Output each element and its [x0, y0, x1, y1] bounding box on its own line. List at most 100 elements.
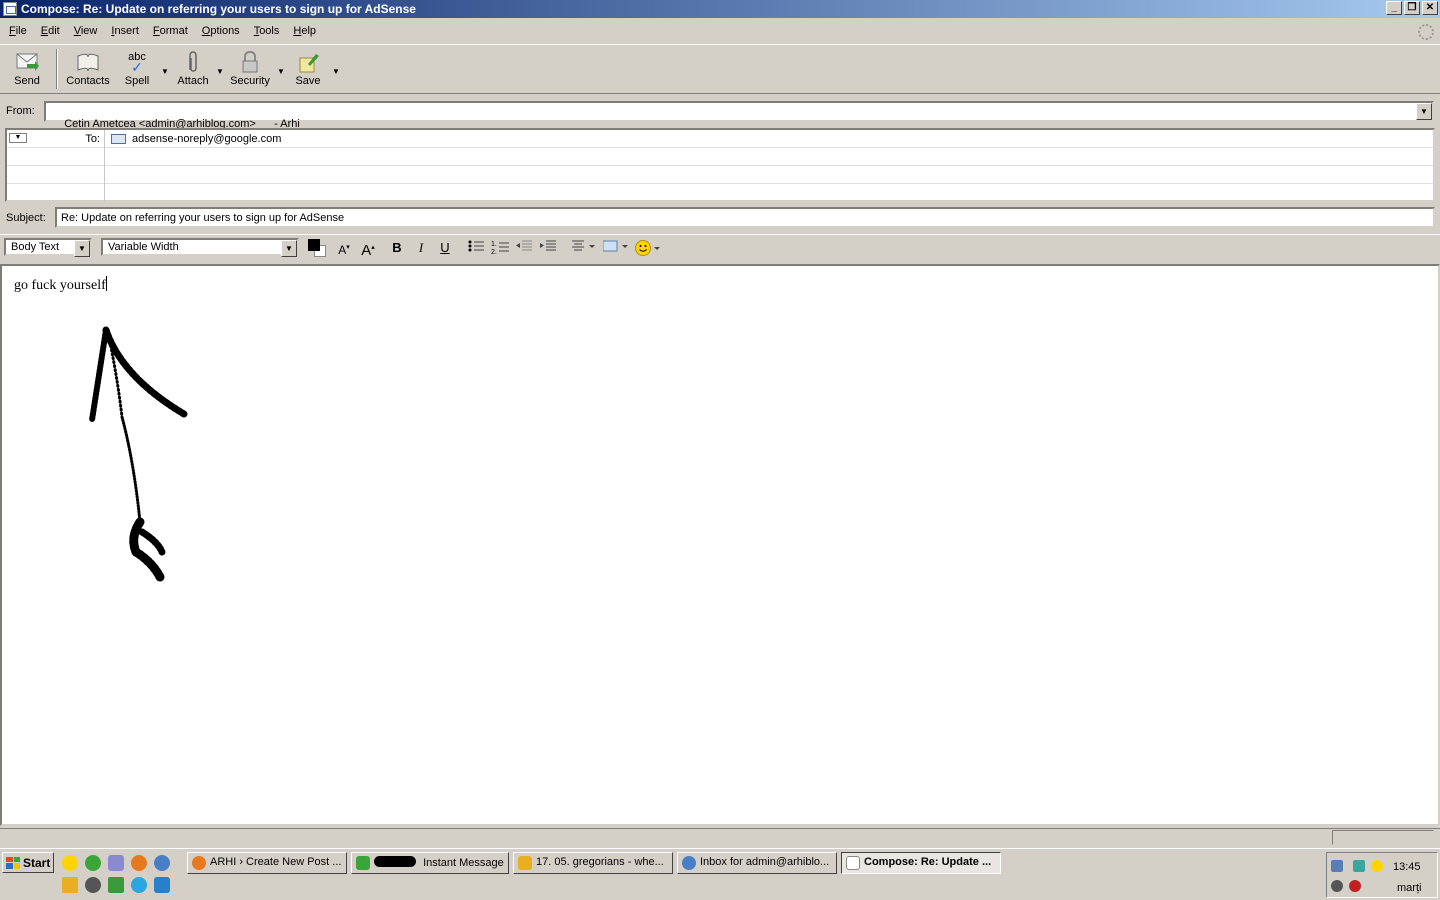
text-color-picker[interactable]: [308, 239, 328, 257]
chevron-down-icon[interactable]: ▼: [9, 133, 27, 143]
insert-image-icon[interactable]: [602, 239, 630, 257]
window-title: Compose: Re: Update on referring your us…: [21, 2, 416, 16]
windows-logo-icon: [6, 856, 20, 869]
menu-file[interactable]: File: [2, 23, 34, 39]
from-account-select[interactable]: Cetin Ametcea <admin@arhiblog.com> - Arh…: [44, 101, 1434, 130]
smiley-icon[interactable]: [634, 239, 662, 257]
rocket-icon[interactable]: [108, 855, 124, 871]
subject-label: Subject:: [6, 212, 46, 224]
bold-button[interactable]: B: [387, 239, 407, 257]
security-button[interactable]: Security: [228, 49, 272, 91]
task-label: Inbox for admin@arhiblo...: [700, 856, 830, 868]
send-button[interactable]: Send: [6, 49, 48, 91]
spell-check-icon: abc ✓: [128, 51, 146, 75]
spell-label: Spell: [124, 75, 150, 87]
thunderbird-icon[interactable]: [154, 855, 170, 871]
spell-dropdown-icon[interactable]: ▼: [161, 67, 169, 76]
compose-app-icon: [3, 2, 17, 16]
italic-button[interactable]: I: [411, 239, 431, 257]
status-bar: [0, 828, 1440, 846]
outdent-icon[interactable]: [514, 239, 534, 257]
antivirus-icon[interactable]: [1349, 880, 1361, 892]
paragraph-style-select[interactable]: Body Text ▼: [4, 238, 92, 257]
pencil-icon[interactable]: [62, 877, 78, 893]
from-label: From:: [6, 105, 35, 117]
message-body-text: go fuck yourself: [14, 278, 106, 293]
menu-options[interactable]: Options: [195, 23, 247, 39]
subject-input[interactable]: Re: Update on referring your users to si…: [55, 207, 1435, 228]
recipient-type-select[interactable]: ▼ To:: [7, 130, 105, 148]
decrease-font-size-icon[interactable]: A▾: [334, 239, 354, 257]
compose-toolbar: Send Contacts abc ✓ Spell ▼ Attach ▼ Sec…: [0, 44, 1440, 94]
paperclip-icon: [174, 49, 212, 75]
attach-button[interactable]: Attach: [174, 49, 212, 91]
task-instant-message[interactable]: Instant Message: [351, 852, 509, 874]
skype-icon[interactable]: [131, 877, 147, 893]
yahoo-messenger-icon[interactable]: [1371, 860, 1383, 872]
network-icon[interactable]: [108, 877, 124, 893]
firefox-icon[interactable]: [131, 855, 147, 871]
security-label: Security: [230, 75, 270, 87]
task-label: Instant Message: [423, 857, 504, 869]
status-panel: [1332, 830, 1434, 845]
start-button[interactable]: Start: [2, 852, 54, 873]
menu-help[interactable]: Help: [286, 23, 323, 39]
clock-day: marți: [1397, 882, 1422, 894]
bullet-list-icon[interactable]: [466, 239, 486, 257]
system-tray: 13:45 marți: [1326, 852, 1438, 898]
browser-icon[interactable]: [154, 877, 170, 893]
yahoo-messenger-icon[interactable]: [62, 855, 78, 871]
address-book-icon: [64, 49, 112, 75]
menu-insert[interactable]: Insert: [104, 23, 146, 39]
close-button[interactable]: ✕: [1422, 1, 1438, 15]
chevron-down-icon[interactable]: ▼: [74, 240, 90, 257]
recipient-row[interactable]: ▼ To: adsense-noreply@google.com: [7, 130, 1433, 148]
chevron-down-icon[interactable]: ▼: [281, 240, 297, 257]
volume-icon[interactable]: [1331, 880, 1343, 892]
lock-icon: [228, 49, 272, 75]
clock-time[interactable]: 13:45: [1393, 861, 1421, 873]
utorrent-icon[interactable]: [85, 855, 101, 871]
recipient-row-empty[interactable]: [7, 166, 1433, 184]
network-icon[interactable]: [1331, 860, 1343, 872]
numbered-list-icon[interactable]: 1. 2.: [490, 239, 510, 257]
underline-button[interactable]: U: [435, 239, 455, 257]
menu-format[interactable]: Format: [146, 23, 195, 39]
toolbar-divider: [56, 49, 58, 89]
recipient-row-empty[interactable]: [7, 148, 1433, 166]
contacts-button[interactable]: Contacts: [64, 49, 112, 91]
task-label: ARHI › Create New Post ...: [210, 856, 342, 868]
task-create-new-post[interactable]: ARHI › Create New Post ...: [187, 852, 347, 874]
menu-edit[interactable]: Edit: [34, 23, 67, 39]
window-titlebar: Compose: Re: Update on referring your us…: [0, 0, 1440, 18]
indent-icon[interactable]: [538, 239, 558, 257]
increase-font-size-icon[interactable]: A▴: [358, 239, 378, 259]
save-dropdown-icon[interactable]: ▼: [332, 67, 340, 76]
text-color-swatch[interactable]: [308, 239, 320, 251]
hand-drawn-arrow-image: [89, 326, 188, 582]
minimize-button[interactable]: _: [1386, 1, 1402, 15]
chevron-down-icon[interactable]: ▼: [1416, 103, 1432, 120]
redacted-name: [374, 856, 416, 867]
save-button[interactable]: Save: [292, 49, 324, 91]
task-compose[interactable]: Compose: Re: Update ...: [841, 852, 1001, 874]
task-inbox[interactable]: Inbox for admin@arhiblo...: [677, 852, 837, 874]
restore-button[interactable]: ❐: [1404, 1, 1420, 15]
spell-button[interactable]: abc ✓ Spell: [120, 49, 154, 91]
recipient-address[interactable]: adsense-noreply@google.com: [132, 133, 281, 145]
recipient-row-empty[interactable]: [7, 184, 1433, 202]
sync-icon[interactable]: [1353, 860, 1365, 872]
media-player-icon[interactable]: [85, 877, 101, 893]
recipient-type-empty: [7, 166, 105, 184]
font-select[interactable]: Variable Width ▼: [101, 238, 299, 257]
subject-row: Subject: Re: Update on referring your us…: [0, 206, 1440, 230]
alignment-icon[interactable]: [570, 239, 598, 257]
menu-view[interactable]: View: [67, 23, 105, 39]
message-body-editor[interactable]: go fuck yourself: [0, 264, 1440, 826]
attach-dropdown-icon[interactable]: ▼: [216, 67, 224, 76]
task-gregorians[interactable]: 17. 05. gregorians - whe...: [513, 852, 673, 874]
security-dropdown-icon[interactable]: ▼: [277, 67, 285, 76]
paragraph-style-value: Body Text: [11, 241, 60, 253]
recipient-type-label: To:: [85, 133, 100, 145]
menu-tools[interactable]: Tools: [247, 23, 287, 39]
